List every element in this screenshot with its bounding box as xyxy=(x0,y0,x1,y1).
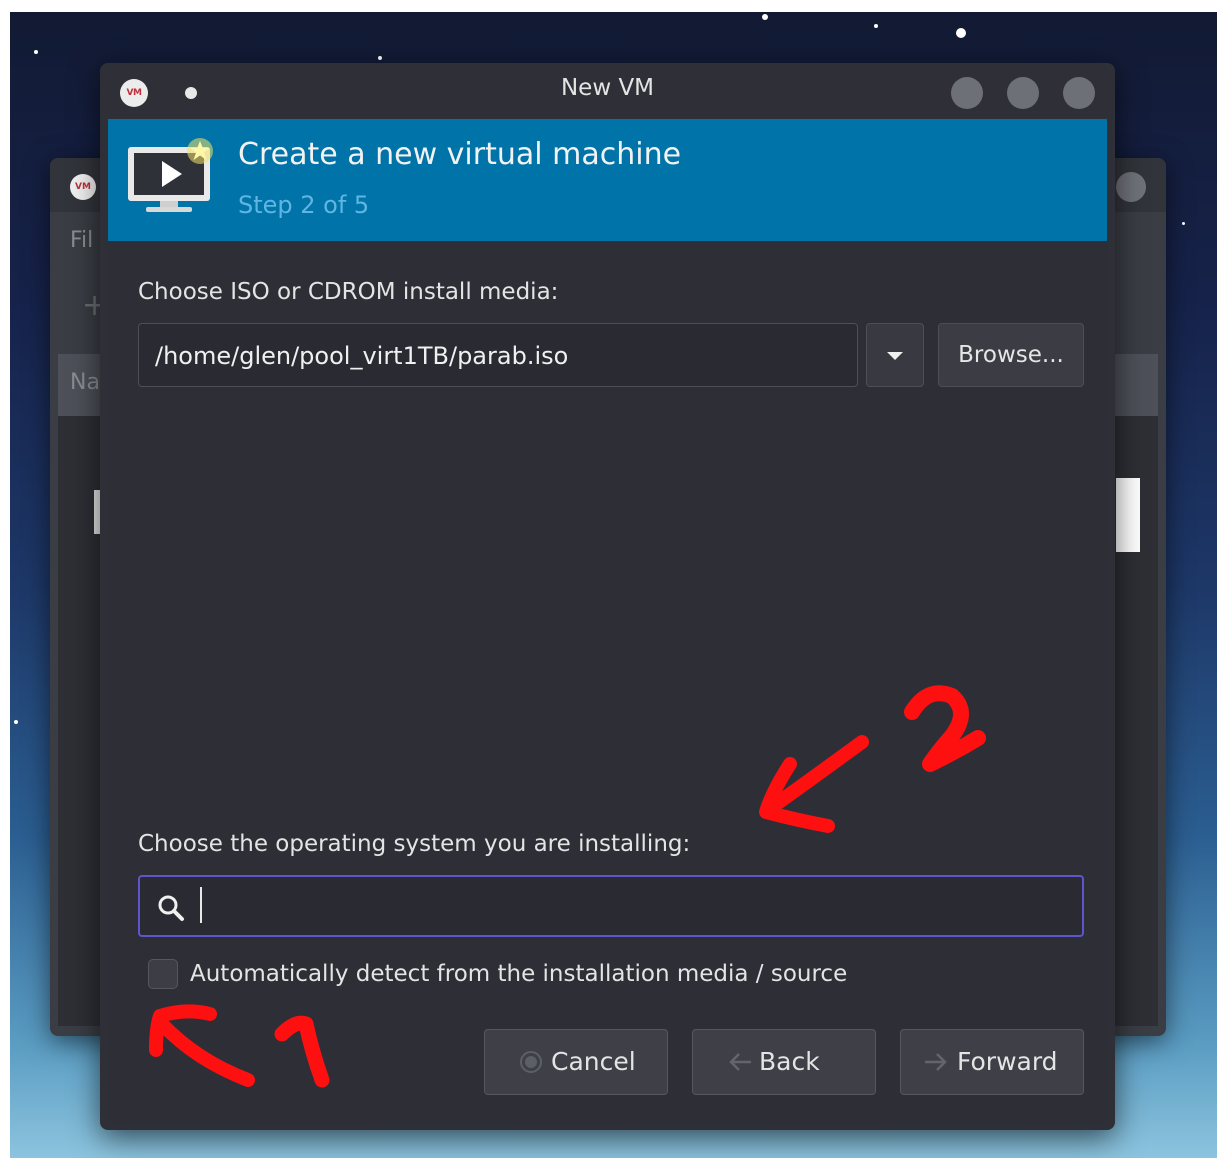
new-vm-dialog: VM New VM Create a new virtual machine S… xyxy=(100,63,1115,1130)
install-media-label: Choose ISO or CDROM install media: xyxy=(138,279,559,305)
cancel-icon xyxy=(520,1051,542,1073)
background-menu-file[interactable]: Fil xyxy=(70,228,93,253)
cancel-button-label: Cancel xyxy=(551,1047,636,1076)
iso-dropdown-button[interactable] xyxy=(866,323,924,387)
auto-detect-checkbox[interactable] xyxy=(148,959,178,989)
forward-button[interactable]: Forward xyxy=(900,1029,1084,1095)
os-label: Choose the operating system you are inst… xyxy=(138,831,691,857)
os-search-input[interactable] xyxy=(138,875,1084,937)
titlebar[interactable]: VM New VM xyxy=(100,63,1115,119)
star xyxy=(1182,222,1185,225)
star xyxy=(956,28,966,38)
minimize-button[interactable] xyxy=(951,77,983,109)
cancel-button[interactable]: Cancel xyxy=(484,1029,668,1095)
background-window-close-button[interactable] xyxy=(1116,172,1146,202)
background-app-logo: VM xyxy=(70,174,96,200)
star xyxy=(762,14,768,20)
arrow-left-icon xyxy=(729,1053,751,1071)
background-column-name[interactable]: Na xyxy=(70,370,100,395)
back-button-label: Back xyxy=(759,1047,820,1076)
maximize-button[interactable] xyxy=(1007,77,1039,109)
chevron-down-icon xyxy=(887,352,903,360)
banner-title: Create a new virtual machine xyxy=(238,137,682,172)
forward-button-label: Forward xyxy=(957,1047,1058,1076)
arrow-right-icon xyxy=(925,1053,947,1071)
search-icon xyxy=(158,895,184,921)
header-banner: Create a new virtual machine Step 2 of 5 xyxy=(108,119,1107,241)
banner-step: Step 2 of 5 xyxy=(238,191,370,219)
close-button[interactable] xyxy=(1063,77,1095,109)
background-list-item xyxy=(1116,478,1140,552)
star xyxy=(874,24,878,28)
auto-detect-label[interactable]: Automatically detect from the installati… xyxy=(190,961,847,987)
monitor-play-icon xyxy=(128,138,213,212)
text-caret xyxy=(200,887,202,923)
star xyxy=(378,56,382,60)
star xyxy=(34,50,38,54)
back-button[interactable]: Back xyxy=(692,1029,876,1095)
dialog-content: Choose ISO or CDROM install media: /home… xyxy=(108,241,1107,1123)
iso-path-input[interactable]: /home/glen/pool_virt1TB/parab.iso xyxy=(138,323,858,387)
star xyxy=(14,720,18,724)
browse-button[interactable]: Browse... xyxy=(938,323,1084,387)
